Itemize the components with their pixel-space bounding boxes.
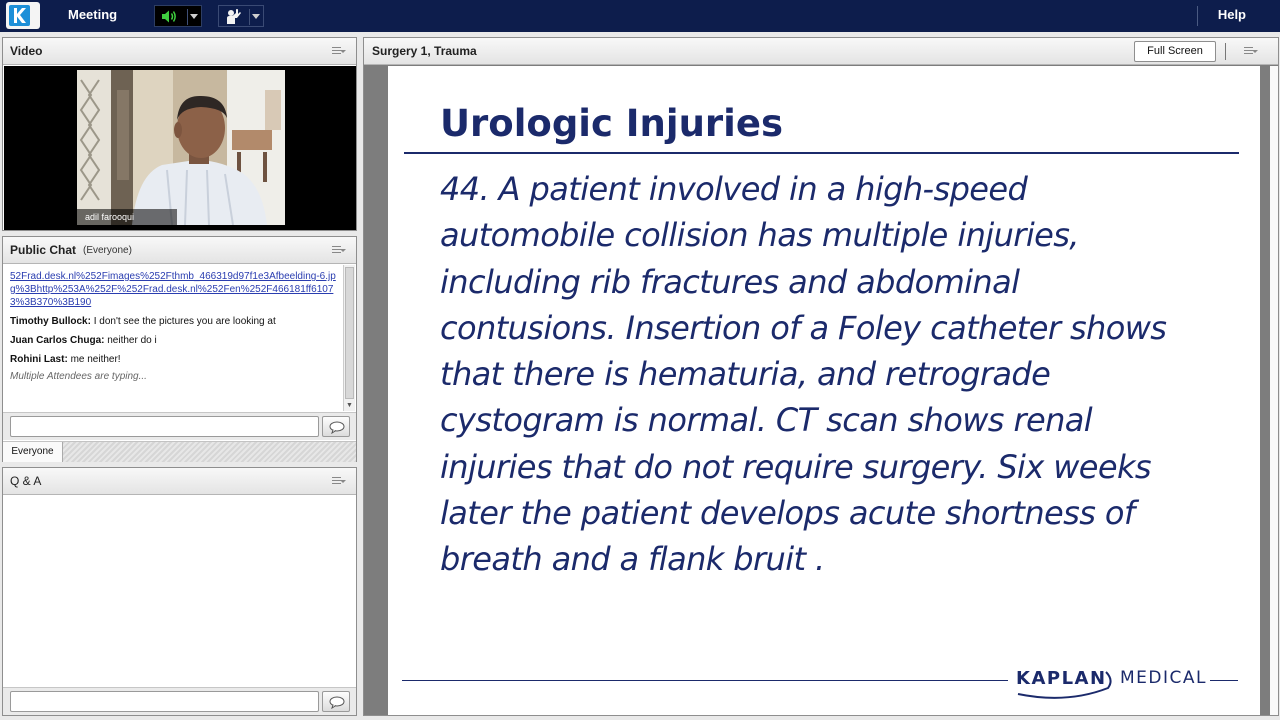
raise-hand-button[interactable] — [218, 5, 264, 27]
chat-message: Timothy Bullock: I don't see the picture… — [10, 315, 337, 328]
panel-options-icon[interactable] — [1244, 47, 1258, 57]
hand-dropdown-caret-icon[interactable] — [252, 14, 260, 19]
video-area: adil farooqui — [4, 66, 356, 230]
chat-message: Rohini Last: me neither! — [10, 353, 337, 366]
qa-input[interactable] — [10, 691, 319, 712]
presentation-title: Surgery 1, Trauma — [372, 44, 477, 58]
chat-log: 52Frad.desk.nl%252Fimages%252Fthmb_46631… — [4, 265, 343, 410]
slide-heading: Urologic Injuries — [440, 102, 783, 145]
slide-footer-rule — [1210, 680, 1238, 681]
panel-options-icon[interactable] — [332, 246, 346, 256]
presentation-scrollbar[interactable] — [1270, 66, 1278, 715]
chat-input[interactable] — [10, 416, 319, 437]
slide-body-line: later the patient develops acute shortne… — [440, 494, 1135, 533]
audio-button[interactable] — [154, 5, 202, 27]
chat-panel-header: Public Chat (Everyone) — [3, 237, 356, 264]
participant-name: adil farooqui — [85, 212, 135, 222]
video-panel-title: Video — [10, 44, 43, 58]
panel-options-icon[interactable] — [332, 477, 346, 487]
scroll-down-arrow-icon[interactable]: ▼ — [345, 402, 354, 410]
typing-indicator: Multiple Attendees are typing... — [10, 371, 147, 382]
chat-input-row — [3, 412, 356, 440]
chat-sender: Rohini Last: — [10, 354, 68, 365]
slide-body-line: that there is hematuria, and retrograde — [440, 355, 1051, 394]
slide-footer-rule — [402, 680, 1008, 681]
help-menu[interactable]: Help — [1218, 7, 1246, 22]
app-logo — [6, 2, 40, 29]
webcam-feed: adil farooqui — [77, 70, 285, 225]
qa-panel: Q & A — [2, 467, 357, 716]
slide-body: 44. A patient involved in a high-speed a… — [440, 166, 1240, 583]
qa-input-row — [3, 687, 356, 715]
chat-text: me neither! — [70, 354, 121, 365]
chat-scrollbar[interactable]: ▼ — [343, 265, 355, 411]
slide-body-line: automobile collision has multiple injuri… — [440, 216, 1079, 255]
brand-medical: MEDICAL — [1120, 668, 1207, 688]
slide-body-line: injuries that do not require surgery. Si… — [440, 447, 1152, 486]
speaker-icon — [162, 10, 176, 23]
chat-text: I don't see the pictures you are looking… — [93, 316, 276, 327]
meeting-menu[interactable]: Meeting — [68, 7, 117, 22]
chat-text: neither do i — [107, 335, 157, 346]
qa-question-list — [4, 496, 355, 686]
header-divider — [1225, 43, 1226, 60]
brand-kaplan: KAPLAN — [1016, 668, 1107, 689]
slide-body-line: 44. A patient involved in a high-speed — [440, 170, 1028, 208]
chat-scroll-thumb[interactable] — [345, 267, 354, 399]
chat-link[interactable]: 52Frad.desk.nl%252Fimages%252Fthmb_46631… — [10, 270, 337, 309]
chat-sender: Juan Carlos Chuga: — [10, 335, 105, 346]
tab-everyone[interactable]: Everyone — [3, 442, 63, 462]
full-screen-button[interactable]: Full Screen — [1134, 41, 1216, 62]
public-chat-panel: Public Chat (Everyone) 52Frad.desk.nl%25… — [2, 236, 357, 462]
webcam-image — [77, 70, 285, 225]
kaplan-k-logo-icon — [9, 5, 30, 26]
chat-panel-title: Public Chat — [10, 243, 77, 257]
qa-panel-header: Q & A — [3, 468, 356, 495]
chat-scope-label: (Everyone) — [83, 245, 132, 256]
qa-panel-title: Q & A — [10, 474, 42, 488]
chat-tab-bar: Everyone — [3, 441, 356, 462]
presentation-panel: Surgery 1, Trauma Full Screen Urologic I… — [363, 37, 1279, 716]
top-menu-bar: Meeting Help — [0, 0, 1280, 32]
audio-dropdown-caret-icon[interactable] — [190, 14, 198, 19]
chat-sender: Timothy Bullock: — [10, 316, 91, 327]
slide-body-line: contusions. Insertion of a Foley cathete… — [440, 308, 1167, 347]
slide-body-line: breath and a flank bruit . — [440, 540, 825, 579]
chat-send-button[interactable] — [322, 416, 350, 437]
video-panel: Video adil farooqui — [2, 37, 357, 231]
qa-send-button[interactable] — [322, 691, 350, 712]
speech-bubble-icon — [329, 696, 345, 709]
slide-divider — [404, 152, 1239, 154]
raise-hand-icon — [227, 9, 241, 24]
speech-bubble-icon — [329, 421, 345, 434]
slide: Urologic Injuries 44. A patient involved… — [388, 66, 1260, 715]
slide-body-line: cystogram is normal. CT scan shows renal — [440, 401, 1093, 440]
panel-options-icon[interactable] — [332, 47, 346, 57]
slide-body-line: including rib fractures and abdominal — [440, 262, 1020, 301]
presentation-header: Surgery 1, Trauma Full Screen — [364, 38, 1278, 65]
chat-message: Juan Carlos Chuga: neither do i — [10, 334, 337, 347]
toolbar-divider — [1197, 6, 1198, 26]
video-panel-header: Video — [3, 38, 356, 65]
